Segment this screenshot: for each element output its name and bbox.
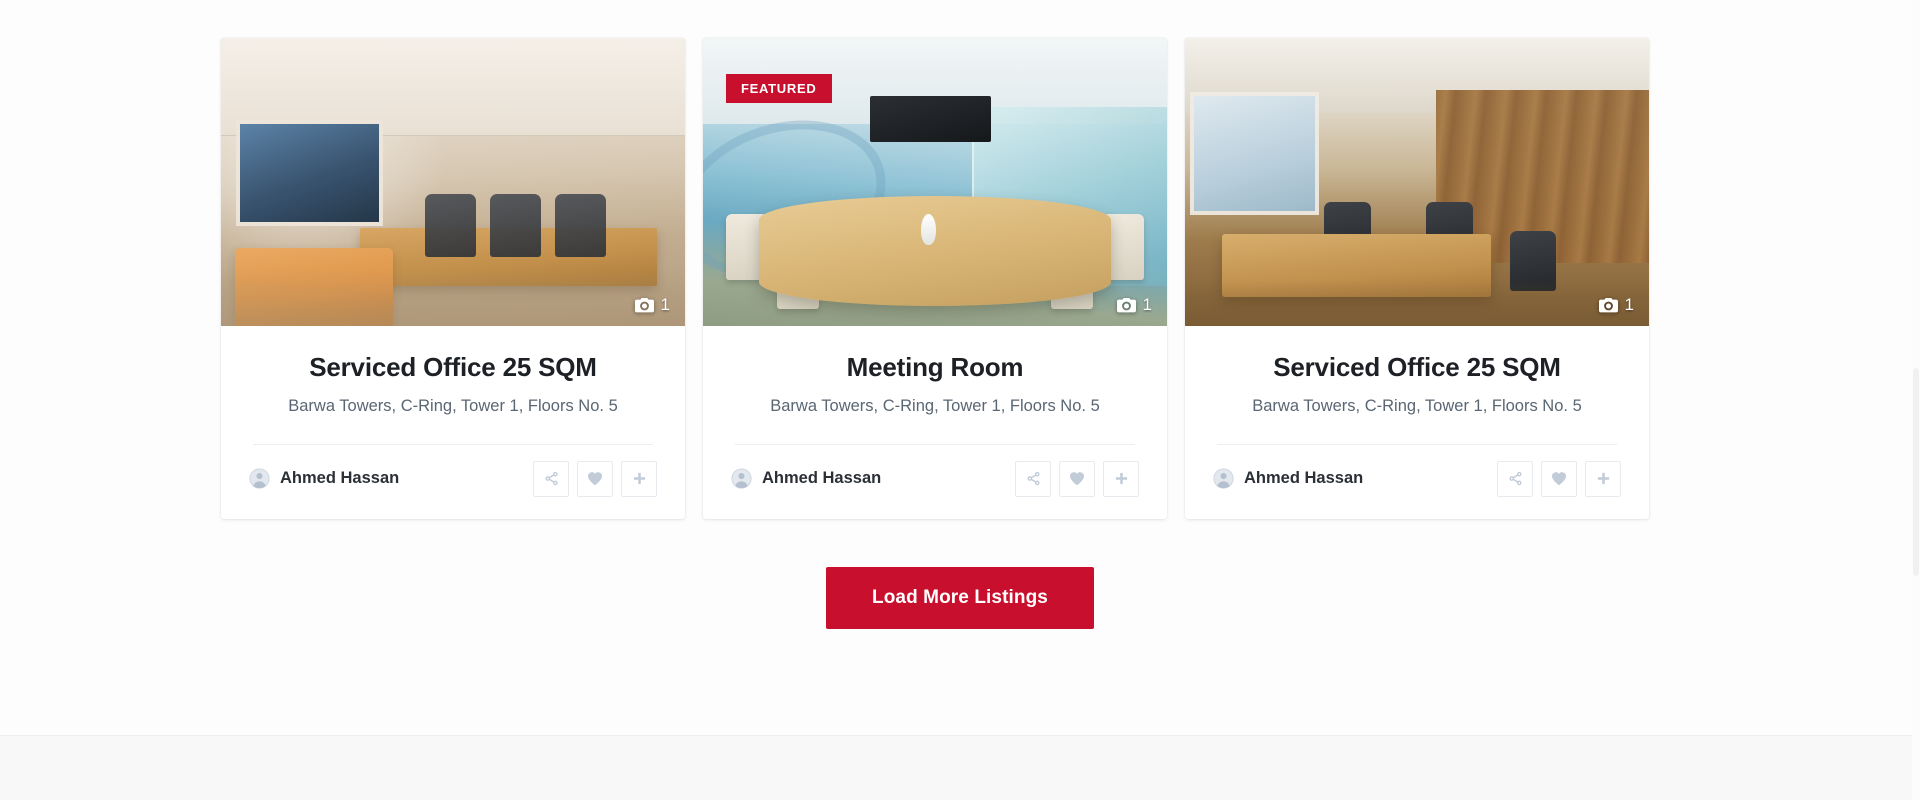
wood-office-photo [1185, 38, 1649, 326]
agent-name: Ahmed Hassan [280, 469, 400, 488]
listing-address: Barwa Towers, C-Ring, Tower 1, Floors No… [770, 397, 1100, 416]
share-button[interactable] [533, 460, 569, 497]
listing-card[interactable]: 1 Serviced Office 25 SQM Barwa Towers, C… [221, 38, 685, 519]
listing-image[interactable]: 1 [1185, 38, 1649, 326]
listings-grid: 1 Serviced Office 25 SQM Barwa Towers, C… [221, 38, 1699, 519]
listing-image[interactable]: 1 [221, 38, 685, 326]
listing-card[interactable]: FEATURED 1 Meeting Room Barwa Towers, C-… [703, 38, 1167, 519]
listing-address: Barwa Towers, C-Ring, Tower 1, Floors No… [1252, 397, 1582, 416]
plus-icon [1596, 471, 1611, 486]
user-avatar-icon [731, 468, 752, 489]
listing-footer: Ahmed Hassan [221, 445, 685, 519]
photo-detail-vase [921, 213, 936, 246]
listing-title[interactable]: Meeting Room [735, 352, 1135, 383]
photo-count-value: 1 [1624, 295, 1634, 314]
user-avatar-icon [1213, 468, 1234, 489]
listing-actions [533, 460, 657, 497]
listing-card[interactable]: 1 Serviced Office 25 SQM Barwa Towers, C… [1185, 38, 1649, 519]
photo-count-value: 1 [1142, 295, 1152, 314]
listing-title[interactable]: Serviced Office 25 SQM [1217, 352, 1617, 383]
camera-icon [634, 297, 654, 313]
photo-count-badge: 1 [1116, 295, 1152, 315]
office-interior-photo [221, 38, 685, 326]
share-button[interactable] [1015, 460, 1051, 497]
agent-name: Ahmed Hassan [1244, 469, 1364, 488]
load-more-container: Load More Listings [0, 567, 1920, 629]
favorite-button[interactable] [577, 460, 613, 497]
photo-count-badge: 1 [634, 295, 670, 315]
camera-icon [1116, 297, 1136, 313]
photo-detail-chair [555, 193, 607, 257]
listing-footer: Ahmed Hassan [703, 445, 1167, 519]
share-icon [1508, 471, 1523, 486]
featured-badge: FEATURED [726, 74, 833, 103]
photo-detail-chair [425, 193, 477, 257]
listing-image[interactable]: FEATURED 1 [703, 38, 1167, 326]
photo-detail-window [1194, 95, 1315, 211]
load-more-listings-button[interactable]: Load More Listings [826, 567, 1094, 629]
share-icon [1026, 471, 1041, 486]
listing-actions [1497, 460, 1621, 497]
agent-info[interactable]: Ahmed Hassan [249, 468, 399, 489]
compare-button[interactable] [621, 460, 657, 497]
compare-button[interactable] [1103, 460, 1139, 497]
photo-detail-floor [1185, 279, 1649, 326]
heart-icon [587, 471, 603, 486]
scrollbar-track[interactable] [1912, 0, 1920, 800]
scrollbar-thumb[interactable] [1913, 368, 1919, 576]
photo-detail-chair [490, 193, 542, 257]
favorite-button[interactable] [1059, 460, 1095, 497]
photo-detail-floor [221, 268, 685, 326]
plus-icon [632, 471, 647, 486]
listing-actions [1015, 460, 1139, 497]
heart-icon [1069, 471, 1085, 486]
listing-body: Meeting Room Barwa Towers, C-Ring, Tower… [703, 326, 1167, 418]
photo-count-value: 1 [660, 295, 670, 314]
agent-info[interactable]: Ahmed Hassan [731, 468, 881, 489]
listing-body: Serviced Office 25 SQM Barwa Towers, C-R… [221, 326, 685, 418]
share-button[interactable] [1497, 460, 1533, 497]
agent-info[interactable]: Ahmed Hassan [1213, 468, 1363, 489]
photo-detail-screen [870, 95, 991, 142]
footer-band [0, 735, 1920, 800]
compare-button[interactable] [1585, 460, 1621, 497]
share-icon [544, 471, 559, 486]
listing-address: Barwa Towers, C-Ring, Tower 1, Floors No… [288, 397, 618, 416]
listing-footer: Ahmed Hassan [1185, 445, 1649, 519]
camera-icon [1598, 297, 1618, 313]
listing-body: Serviced Office 25 SQM Barwa Towers, C-R… [1185, 326, 1649, 418]
favorite-button[interactable] [1541, 460, 1577, 497]
listings-page: 1 Serviced Office 25 SQM Barwa Towers, C… [0, 0, 1920, 800]
heart-icon [1551, 471, 1567, 486]
user-avatar-icon [249, 468, 270, 489]
photo-count-badge: 1 [1598, 295, 1634, 315]
photo-detail-table [758, 196, 1112, 306]
plus-icon [1114, 471, 1129, 486]
agent-name: Ahmed Hassan [762, 469, 882, 488]
listing-title[interactable]: Serviced Office 25 SQM [253, 352, 653, 383]
